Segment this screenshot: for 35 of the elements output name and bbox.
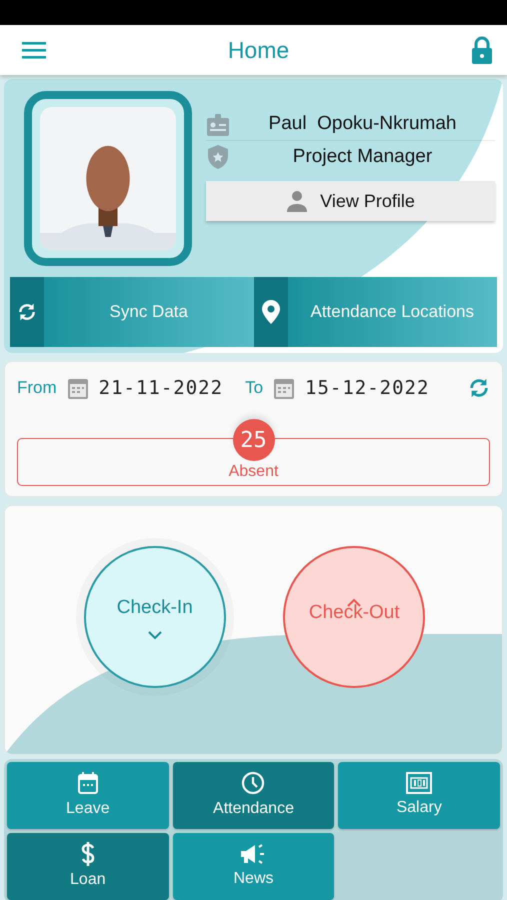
lock-icon[interactable] (470, 36, 493, 64)
map-pin-icon (262, 300, 280, 324)
megaphone-icon (240, 842, 266, 864)
calendar-icon[interactable] (273, 376, 296, 400)
view-profile-button[interactable]: View Profile (206, 181, 495, 221)
sync-icon (17, 301, 37, 323)
menu-tile[interactable]: Salary (338, 762, 500, 829)
from-date[interactable]: 21-11-2022 (98, 374, 224, 402)
to-label: To (245, 377, 264, 400)
to-date[interactable]: 15-12-2022 (305, 374, 430, 402)
clock-icon (241, 770, 266, 794)
dollar-icon (80, 842, 96, 866)
screen-title: Home (228, 36, 290, 65)
calendar-icon[interactable] (66, 376, 89, 400)
locations-button[interactable]: Attendance Locations (254, 277, 497, 347)
banknote-icon (406, 772, 432, 794)
job-title: Project Manager (292, 144, 434, 169)
from-label: From (17, 377, 57, 400)
id-badge-icon (206, 112, 230, 136)
calendar-icon (76, 770, 99, 794)
employee-name: Paul Opoku-Nkrumah (268, 112, 458, 136)
menu-tile[interactable]: Attendance (172, 762, 334, 829)
absent-count: 25 (232, 419, 274, 461)
menu-tile[interactable]: News (172, 833, 334, 900)
refresh-icon[interactable] (468, 376, 490, 400)
menu-tile[interactable]: Loan (7, 833, 169, 900)
chevron-down-icon (148, 630, 162, 640)
menu-icon[interactable] (22, 41, 46, 59)
menu-tile[interactable]: Leave (7, 762, 169, 829)
absent-label: Absent (228, 462, 280, 482)
shield-star-icon (206, 144, 230, 170)
check-out-button[interactable]: Check-Out (283, 546, 426, 688)
person-icon (286, 190, 308, 212)
sync-data-button[interactable]: Sync Data (10, 277, 254, 347)
check-in-button[interactable]: Check-In (84, 546, 226, 688)
